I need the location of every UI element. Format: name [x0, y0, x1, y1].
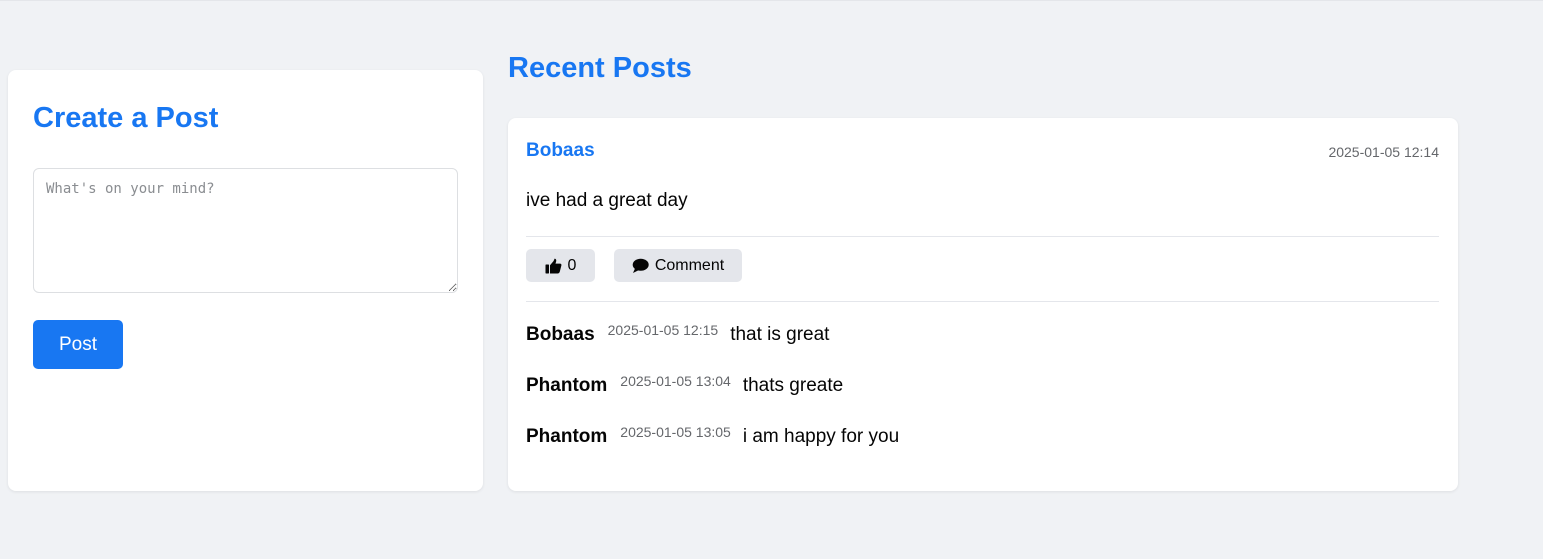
comment-text: that is great — [730, 324, 830, 345]
comment-item: Bobaas 2025-01-05 12:15 that is great — [526, 322, 830, 346]
post-divider-bottom — [526, 301, 1439, 302]
post-divider-top — [526, 236, 1439, 237]
comment-timestamp: 2025-01-05 13:05 — [620, 424, 731, 440]
comment-author: Bobaas — [526, 324, 595, 345]
like-button[interactable]: 0 — [526, 249, 595, 282]
post-author[interactable]: Bobaas — [526, 140, 595, 162]
create-post-card: Create a Post Post — [8, 70, 483, 491]
recent-posts-title: Recent Posts — [508, 52, 692, 84]
post-timestamp: 2025-01-05 12:14 — [1328, 144, 1439, 160]
comment-bubble-icon — [632, 258, 649, 274]
comment-text: i am happy for you — [742, 426, 900, 447]
comment-button-label: Comment — [654, 256, 725, 274]
comment-timestamp: 2025-01-05 13:04 — [620, 373, 731, 389]
comment-item: Phantom 2025-01-05 13:05 i am happy for … — [526, 424, 900, 448]
post-content: ive had a great day — [526, 190, 688, 211]
comment-timestamp: 2025-01-05 12:15 — [607, 322, 719, 338]
comment-text: thats greate — [742, 375, 844, 396]
comment-item: Phantom 2025-01-05 13:04 thats greate — [526, 373, 844, 397]
comment-author: Phantom — [526, 375, 608, 396]
create-post-title: Create a Post — [33, 102, 219, 134]
like-count: 0 — [567, 256, 577, 274]
post-card: Bobaas 2025-01-05 12:14 ive had a great … — [508, 118, 1458, 491]
post-content-input[interactable] — [33, 168, 458, 293]
top-border — [0, 0, 1543, 1]
comment-author: Phantom — [526, 426, 608, 447]
post-submit-button[interactable]: Post — [33, 320, 123, 369]
comment-button[interactable]: Comment — [614, 249, 742, 282]
thumbs-up-icon — [545, 258, 562, 274]
